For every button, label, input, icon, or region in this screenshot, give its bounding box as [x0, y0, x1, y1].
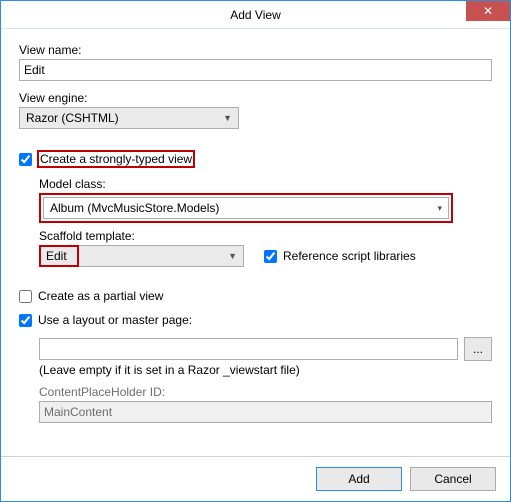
view-engine-combo[interactable]: Razor (CSHTML) ▼ [19, 107, 239, 129]
partial-view-label: Create as a partial view [38, 289, 163, 303]
use-layout-label: Use a layout or master page: [38, 313, 192, 327]
view-name-label: View name: [19, 43, 492, 57]
dialog-content: View name: View engine: Razor (CSHTML) ▼… [1, 29, 510, 456]
scaffold-template-label: Scaffold template: [39, 229, 492, 243]
scaffold-row: Edit ▼ Reference script libraries [39, 245, 492, 267]
cancel-button[interactable]: Cancel [410, 467, 496, 491]
cph-label: ContentPlaceHolder ID: [39, 385, 492, 399]
scaffold-template-combo[interactable]: Edit ▼ [39, 245, 244, 267]
partial-view-row: Create as a partial view [19, 289, 492, 303]
add-view-dialog: Add View ✕ View name: View engine: Razor… [0, 0, 511, 502]
layout-panel: ... (Leave empty if it is set in a Razor… [39, 333, 492, 423]
strongly-typed-checkbox[interactable] [19, 153, 32, 166]
strongly-typed-label: Create a strongly-typed view [38, 151, 194, 167]
reference-scripts-checkbox[interactable] [264, 250, 277, 263]
view-engine-selected: Razor (CSHTML) [26, 111, 119, 125]
browse-label: ... [473, 342, 483, 356]
button-bar: Add Cancel [1, 456, 510, 501]
browse-layout-button[interactable]: ... [464, 337, 492, 361]
strongly-typed-row: Create a strongly-typed view [19, 151, 492, 167]
window-title: Add View [230, 8, 280, 22]
model-class-combo[interactable]: Album (MvcMusicStore.Models) ▾ [43, 197, 449, 219]
chevron-down-icon: ▼ [223, 113, 232, 123]
chevron-down-icon: ▼ [228, 251, 237, 261]
model-class-label: Model class: [39, 177, 492, 191]
view-engine-label: View engine: [19, 91, 492, 105]
scaffold-template-selected: Edit [46, 249, 67, 263]
chevron-down-icon: ▾ [437, 203, 442, 214]
close-icon: ✕ [483, 5, 493, 17]
view-name-input[interactable] [19, 59, 492, 81]
use-layout-checkbox[interactable] [19, 314, 32, 327]
strongly-typed-panel: Model class: Album (MvcMusicStore.Models… [39, 173, 492, 267]
model-class-selected: Album (MvcMusicStore.Models) [50, 201, 219, 215]
titlebar: Add View ✕ [1, 1, 510, 29]
partial-view-checkbox[interactable] [19, 290, 32, 303]
view-engine-group: View engine: Razor (CSHTML) ▼ [19, 91, 492, 129]
reference-scripts-row: Reference script libraries [264, 249, 416, 263]
cph-input [39, 401, 492, 423]
close-button[interactable]: ✕ [466, 1, 510, 21]
use-layout-row: Use a layout or master page: [19, 313, 492, 327]
reference-scripts-label: Reference script libraries [283, 249, 416, 263]
layout-path-input[interactable] [39, 338, 458, 360]
view-name-group: View name: [19, 43, 492, 81]
layout-hint: (Leave empty if it is set in a Razor _vi… [39, 363, 492, 377]
add-button[interactable]: Add [316, 467, 402, 491]
